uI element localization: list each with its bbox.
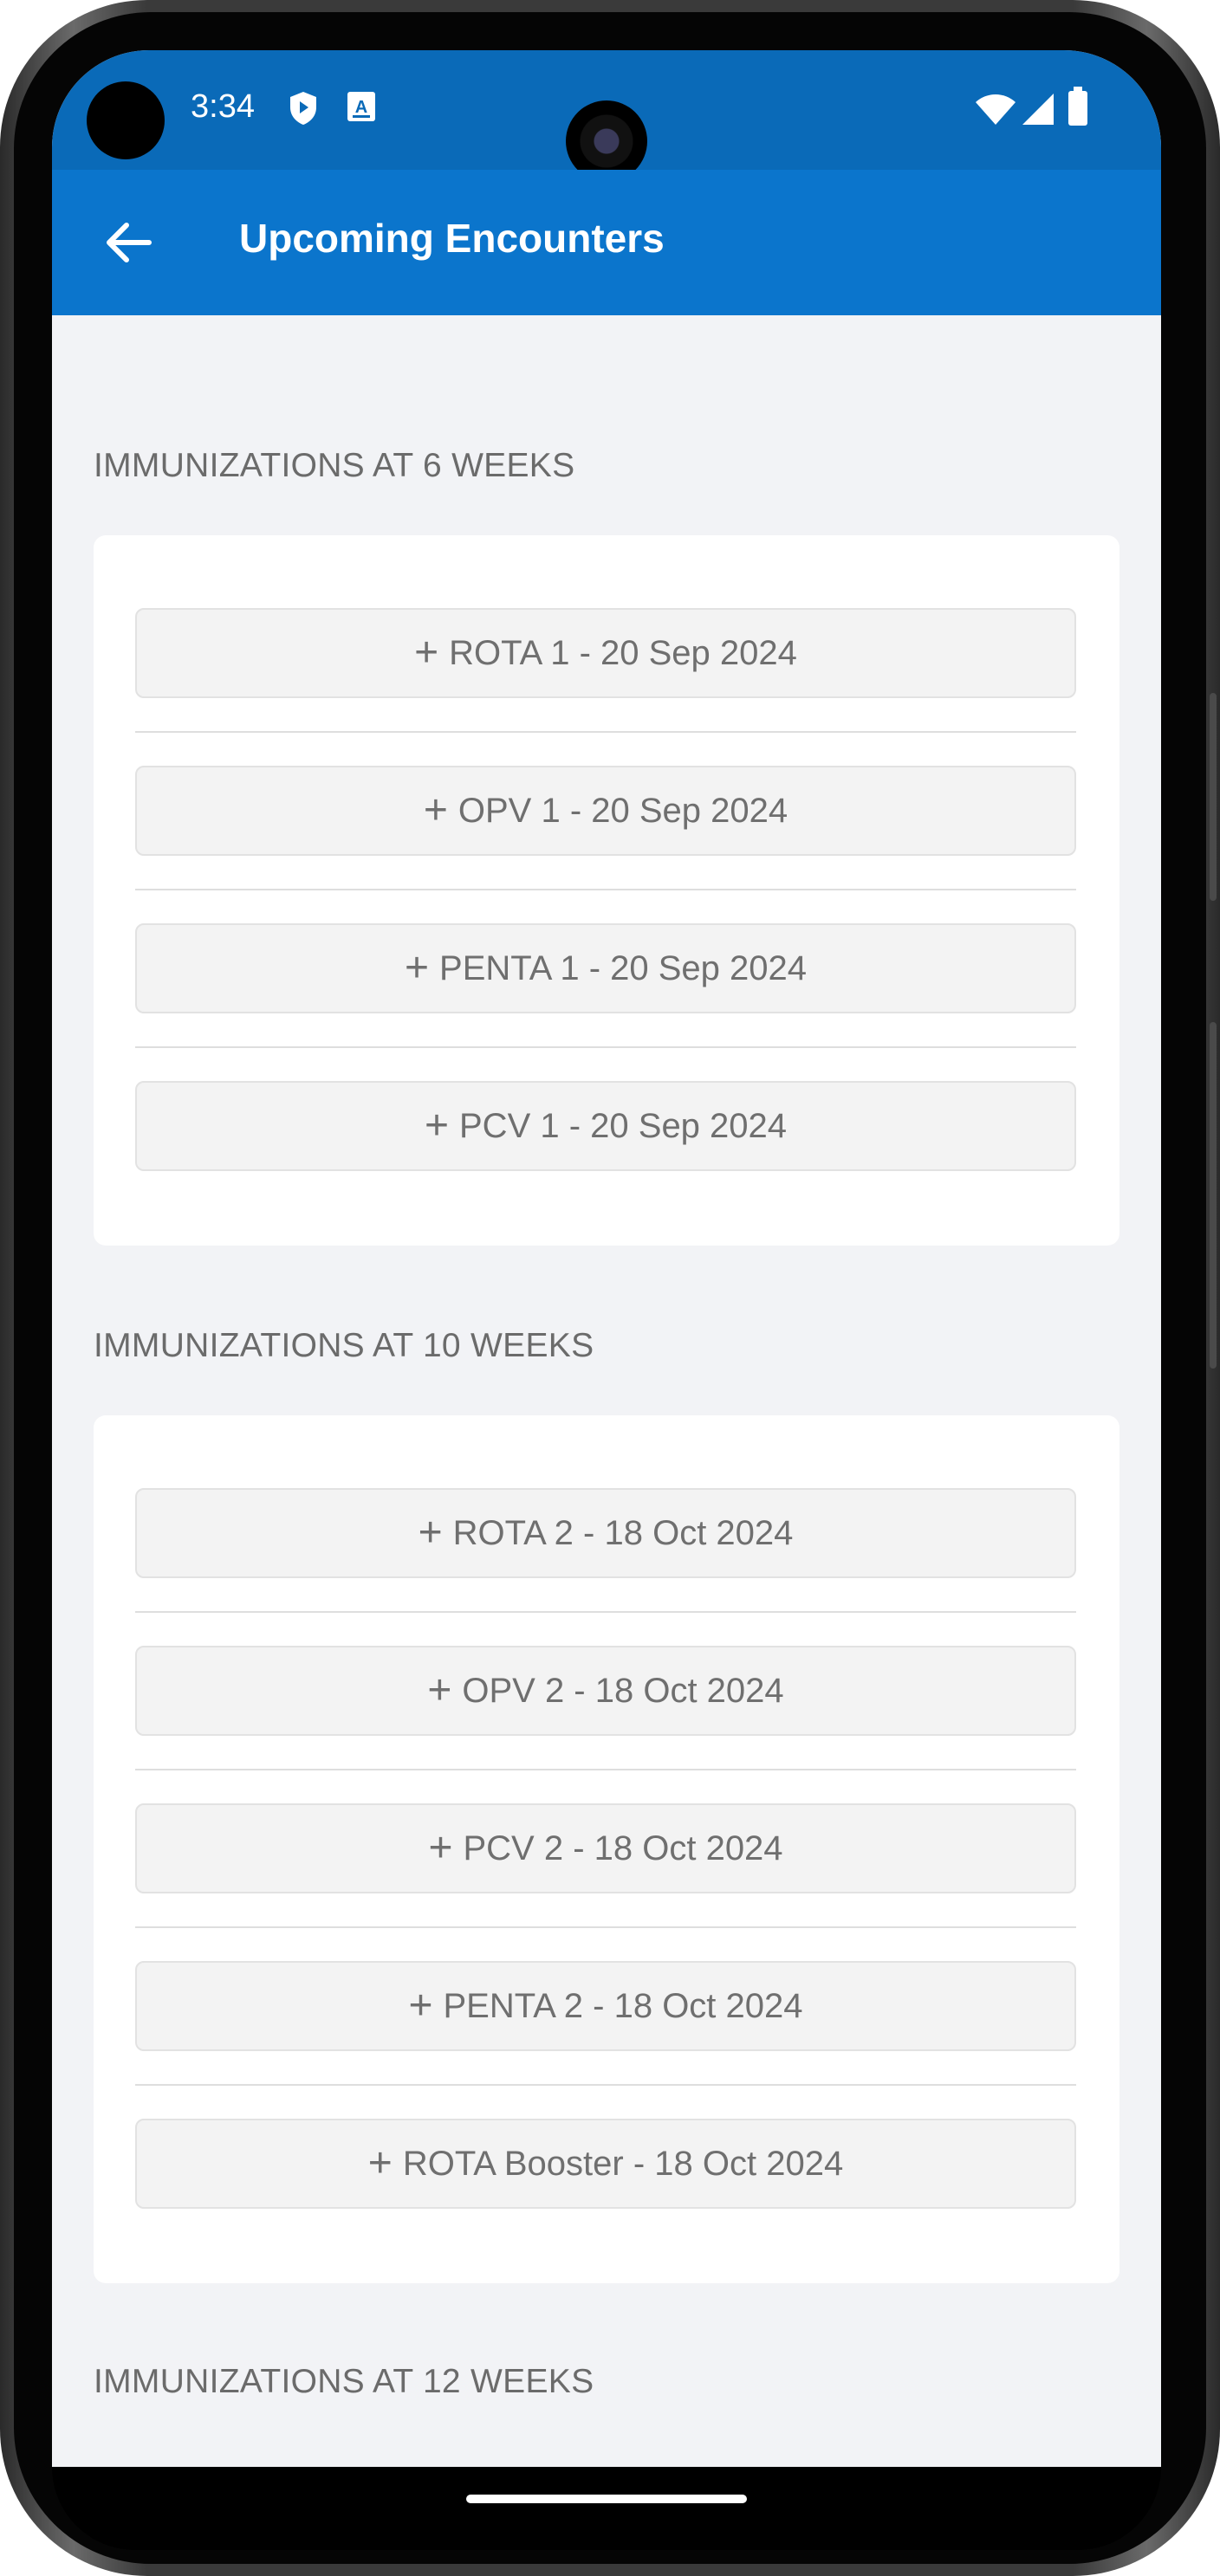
home-gesture-handle[interactable]: [466, 2495, 747, 2503]
app-bar: Upcoming Encounters: [52, 170, 1161, 315]
plus-icon: +: [408, 1983, 433, 2029]
plus-icon: +: [418, 1510, 443, 1556]
add-encounter-button[interactable]: + OPV 1 - 20 Sep 2024: [135, 766, 1076, 856]
status-time: 3:34: [191, 88, 255, 125]
encounter-label: OPV 2 - 18 Oct 2024: [462, 1671, 784, 1710]
divider: [135, 1926, 1076, 1928]
divider: [135, 1611, 1076, 1613]
encounter-label: ROTA 2 - 18 Oct 2024: [452, 1513, 794, 1552]
encounter-label: ROTA Booster - 18 Oct 2024: [402, 2144, 844, 2183]
shield-play-icon: [288, 90, 319, 131]
battery-icon: [1068, 87, 1088, 131]
power-button: [1210, 693, 1217, 901]
add-encounter-button[interactable]: + PENTA 2 - 18 Oct 2024: [135, 1961, 1076, 2051]
signal-icon: [1021, 92, 1055, 131]
encounter-label: ROTA 1 - 20 Sep 2024: [449, 633, 797, 672]
add-encounter-button[interactable]: + PCV 1 - 20 Sep 2024: [135, 1081, 1076, 1171]
plus-icon: +: [367, 2140, 393, 2186]
screen: 3:34 A Upcoming Encounters IMMUNIZATIONS…: [52, 50, 1161, 2467]
wifi-icon: [974, 92, 1017, 131]
status-bar: 3:34 A: [52, 50, 1161, 182]
back-arrow-icon[interactable]: [99, 213, 158, 272]
divider: [135, 889, 1076, 890]
encounter-label: PENTA 2 - 18 Oct 2024: [443, 1986, 803, 2025]
add-encounter-button[interactable]: + OPV 2 - 18 Oct 2024: [135, 1646, 1076, 1736]
navigation-bar: [52, 2467, 1161, 2550]
section-title: IMMUNIZATIONS AT 12 WEEKS: [94, 2363, 594, 2400]
add-encounter-button[interactable]: + PENTA 1 - 20 Sep 2024: [135, 923, 1076, 1013]
svg-text:A: A: [355, 98, 367, 117]
divider: [135, 2084, 1076, 2086]
page-title: Upcoming Encounters: [239, 216, 665, 261]
section-title: IMMUNIZATIONS AT 10 WEEKS: [94, 1327, 594, 1364]
plus-icon: +: [423, 787, 448, 833]
divider: [135, 731, 1076, 733]
translate-icon: A: [347, 90, 376, 127]
encounter-label: PENTA 1 - 20 Sep 2024: [439, 948, 807, 987]
add-encounter-button[interactable]: + ROTA Booster - 18 Oct 2024: [135, 2119, 1076, 2209]
add-encounter-button[interactable]: + PCV 2 - 18 Oct 2024: [135, 1803, 1076, 1893]
add-encounter-button[interactable]: + ROTA 2 - 18 Oct 2024: [135, 1488, 1076, 1578]
plus-icon: +: [414, 630, 439, 676]
volume-button: [1210, 1022, 1217, 1369]
divider: [135, 1769, 1076, 1770]
plus-icon: +: [428, 1825, 453, 1871]
section-card: + ROTA 1 - 20 Sep 2024 + OPV 1 - 20 Sep …: [94, 535, 1119, 1246]
encounter-label: PCV 1 - 20 Sep 2024: [459, 1106, 788, 1145]
divider: [135, 1046, 1076, 1048]
notification-dot: [87, 81, 165, 159]
encounter-label: PCV 2 - 18 Oct 2024: [463, 1828, 783, 1867]
encounter-label: OPV 1 - 20 Sep 2024: [458, 791, 788, 830]
plus-icon: +: [405, 945, 430, 991]
section-card: + ROTA 2 - 18 Oct 2024 + OPV 2 - 18 Oct …: [94, 1415, 1119, 2283]
plus-icon: +: [424, 1103, 449, 1149]
add-encounter-button[interactable]: + ROTA 1 - 20 Sep 2024: [135, 608, 1076, 698]
plus-icon: +: [427, 1667, 452, 1713]
section-title: IMMUNIZATIONS AT 6 WEEKS: [94, 447, 575, 484]
